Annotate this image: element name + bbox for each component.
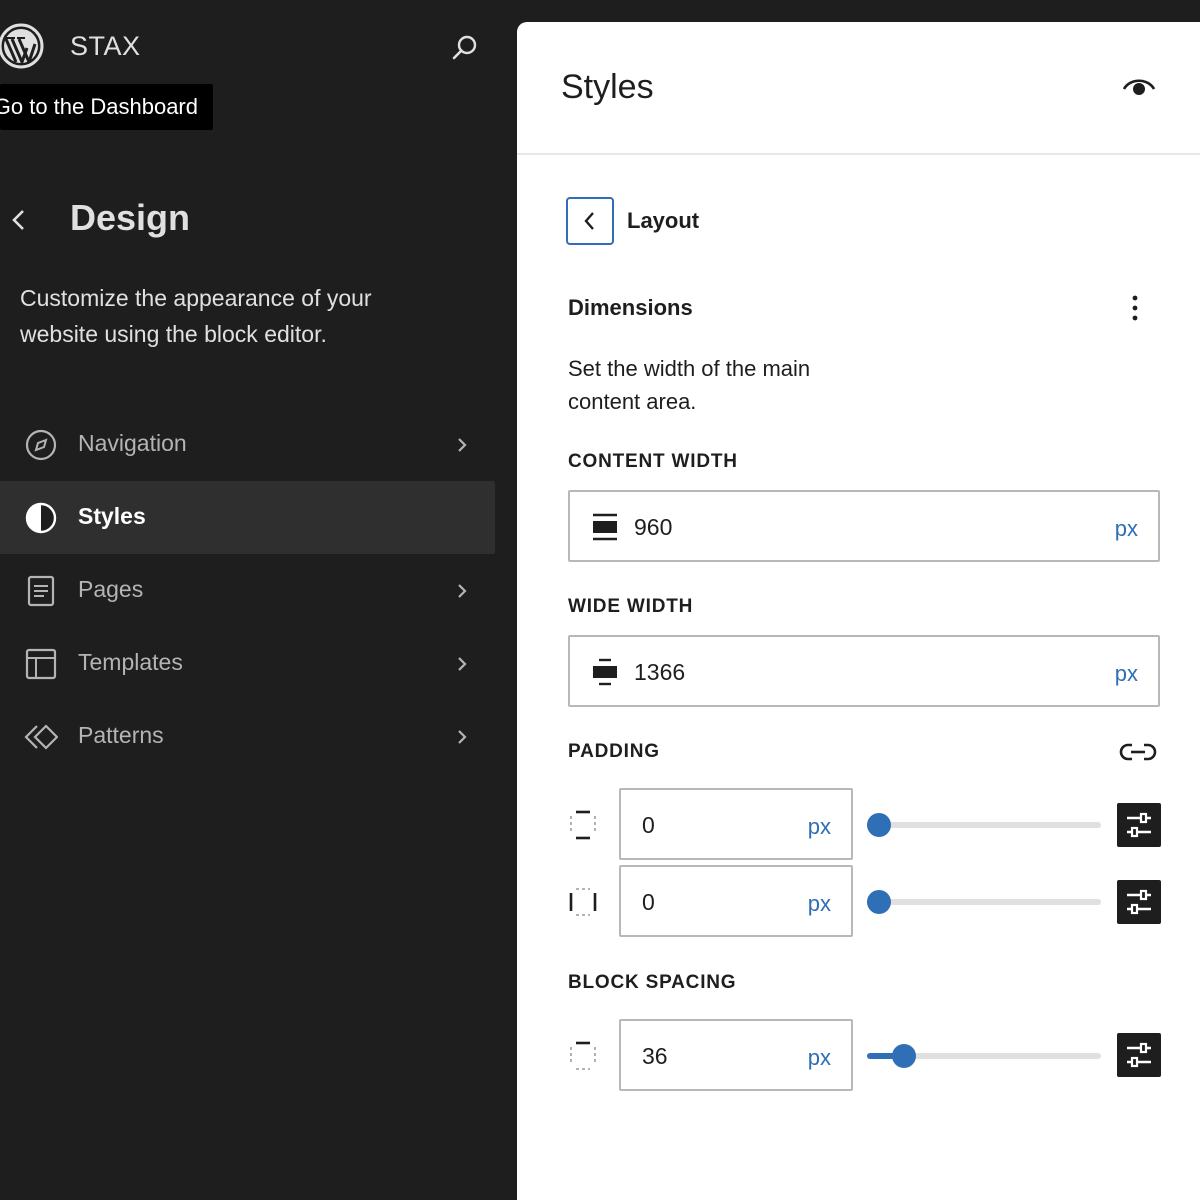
sidebar-item-label: Patterns xyxy=(78,722,164,748)
layout-back-button[interactable] xyxy=(566,197,614,245)
half-circle-icon xyxy=(25,502,57,534)
padding-horizontal-slider[interactable] xyxy=(867,890,1101,914)
custom-size-toggle-icon[interactable] xyxy=(1117,880,1161,924)
sidebar-nav: Navigation Styles Pages Templates Patter… xyxy=(0,408,495,773)
padding-vertical-icon xyxy=(570,810,596,840)
sidebar-item-label: Styles xyxy=(78,503,146,529)
unit-select[interactable]: px xyxy=(1115,661,1138,687)
layout-icon xyxy=(25,648,57,680)
styles-panel: Styles Layout Dimensions Set the width o… xyxy=(517,22,1200,1200)
padding-vertical-slider[interactable] xyxy=(867,813,1101,837)
custom-size-toggle-icon[interactable] xyxy=(1117,1033,1161,1077)
sidebar-item-label: Pages xyxy=(78,576,144,602)
padding-label: PADDING xyxy=(568,741,660,762)
dimensions-title: Dimensions xyxy=(568,295,693,320)
slider-thumb[interactable] xyxy=(867,813,891,837)
panel-header: Styles xyxy=(517,22,1200,155)
sidebar-item-pages[interactable]: Pages xyxy=(0,554,495,627)
padding-horizontal-icon xyxy=(569,888,597,916)
wide-width-field[interactable]: 1366 px xyxy=(568,635,1160,707)
padding-vertical-value: 0 xyxy=(642,812,655,838)
link-sides-icon[interactable] xyxy=(1119,738,1157,766)
content-width-value: 960 xyxy=(634,514,673,540)
wide-width-value: 1366 xyxy=(634,659,686,685)
wide-width-label: WIDE WIDTH xyxy=(568,596,694,617)
padding-horizontal-field[interactable]: 0 px xyxy=(619,865,853,937)
custom-size-toggle-icon[interactable] xyxy=(1117,803,1161,847)
sidebar-item-styles[interactable]: Styles xyxy=(0,481,495,554)
compass-icon xyxy=(25,429,57,461)
block-spacing-slider[interactable] xyxy=(867,1044,1101,1068)
content-width-label: CONTENT WIDTH xyxy=(568,451,738,472)
padding-vertical-field[interactable]: 0 px xyxy=(619,788,853,860)
dashboard-tooltip: Go to the Dashboard xyxy=(0,84,213,130)
content-width-field[interactable]: 960 px xyxy=(568,490,1160,562)
sidebar: STAX Go to the Dashboard Design Customiz… xyxy=(0,0,516,1200)
panel-title: Styles xyxy=(561,68,654,106)
eye-icon[interactable] xyxy=(1119,72,1159,104)
sidebar-item-navigation[interactable]: Navigation xyxy=(0,408,495,481)
symbol-icon xyxy=(24,724,58,750)
sidebar-item-label: Templates xyxy=(78,649,183,675)
wordpress-logo-icon[interactable] xyxy=(0,22,45,70)
align-none-icon xyxy=(593,513,617,541)
section-title: Layout xyxy=(627,208,700,233)
dimensions-description: Set the width of the main content area. xyxy=(568,356,811,414)
unit-select[interactable]: px xyxy=(808,891,831,917)
chevron-left-icon xyxy=(584,212,594,230)
chevron-right-icon xyxy=(458,657,467,671)
slider-thumb[interactable] xyxy=(867,890,891,914)
back-chevron-icon[interactable] xyxy=(6,204,34,236)
block-spacing-value: 36 xyxy=(642,1043,668,1069)
unit-select[interactable]: px xyxy=(808,1045,831,1071)
chevron-right-icon xyxy=(458,584,467,598)
sidebar-item-templates[interactable]: Templates xyxy=(0,627,495,700)
site-name[interactable]: STAX xyxy=(70,31,141,62)
page-title: Design xyxy=(70,197,191,238)
search-icon[interactable] xyxy=(449,32,481,64)
unit-select[interactable]: px xyxy=(1115,516,1138,542)
more-vertical-icon[interactable] xyxy=(1125,290,1145,326)
unit-select[interactable]: px xyxy=(808,814,831,840)
sidebar-item-patterns[interactable]: Patterns xyxy=(0,700,495,773)
slider-thumb[interactable] xyxy=(892,1044,917,1068)
padding-horizontal-value: 0 xyxy=(642,889,655,915)
align-wide-icon xyxy=(593,658,617,686)
chevron-right-icon xyxy=(458,438,467,452)
block-spacing-field[interactable]: 36 px xyxy=(619,1019,853,1091)
block-spacing-label: BLOCK SPACING xyxy=(568,972,737,993)
chevron-right-icon xyxy=(458,730,467,744)
page-description: Customize the appearance of your website… xyxy=(20,285,372,347)
tooltip-text: Go to the Dashboard xyxy=(0,94,198,119)
sidebar-item-label: Navigation xyxy=(78,430,187,456)
block-spacing-icon xyxy=(570,1041,596,1070)
slider-track xyxy=(867,822,1101,828)
page-icon xyxy=(27,575,55,607)
slider-track xyxy=(867,899,1101,905)
